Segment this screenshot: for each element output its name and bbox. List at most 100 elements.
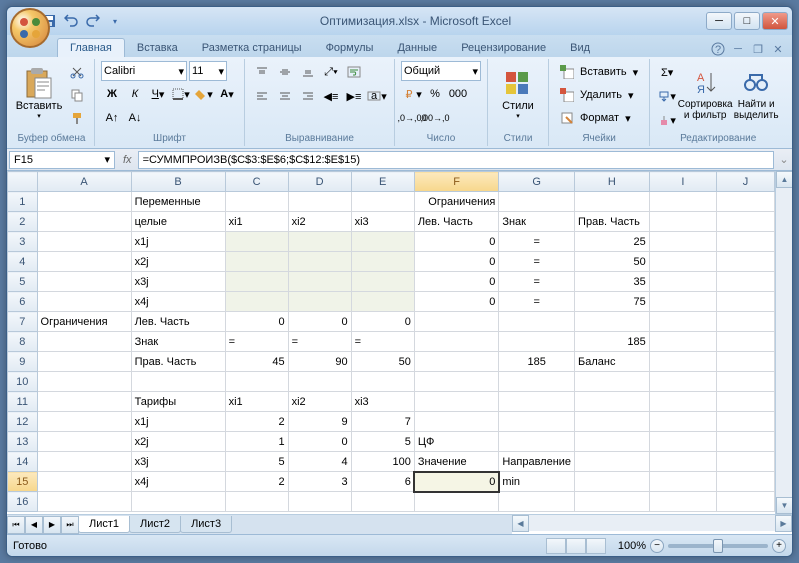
cell[interactable]: xi2 (288, 212, 351, 232)
cell[interactable]: Ограничения (414, 192, 499, 212)
cell[interactable] (131, 372, 225, 392)
cell[interactable] (717, 492, 775, 512)
cell[interactable] (575, 192, 650, 212)
cell[interactable]: 50 (575, 252, 650, 272)
undo-icon[interactable] (61, 11, 81, 31)
cell[interactable]: = (499, 232, 575, 252)
zoom-level[interactable]: 100% (618, 540, 646, 552)
cell[interactable] (717, 292, 775, 312)
cell[interactable] (351, 272, 414, 292)
cell[interactable] (649, 332, 716, 352)
cell[interactable] (37, 212, 131, 232)
normal-view-icon[interactable] (546, 538, 566, 554)
cell[interactable]: x2j (131, 252, 225, 272)
delete-cells-button[interactable]: Удалить▾ (555, 84, 639, 106)
cell[interactable] (649, 452, 716, 472)
cell[interactable]: целые (131, 212, 225, 232)
cell[interactable] (288, 252, 351, 272)
bold-icon[interactable]: Ж (101, 83, 123, 105)
cell[interactable]: 0 (225, 312, 288, 332)
cell[interactable] (649, 212, 716, 232)
sheet-nav-last-icon[interactable]: ⏭ (61, 516, 79, 534)
autosum-icon[interactable]: Σ▾ (656, 61, 678, 83)
sort-filter-button[interactable]: АЯ Сортировка и фильтр (681, 61, 729, 127)
sheet-nav-first-icon[interactable]: ⏮ (7, 516, 25, 534)
cell[interactable] (575, 392, 650, 412)
cell[interactable]: Знак (131, 332, 225, 352)
formula-bar[interactable]: =СУММПРОИЗВ($C$3:$E$6;$C$12:$E$15) (138, 151, 774, 169)
tab-review[interactable]: Рецензирование (449, 39, 558, 57)
merge-center-icon[interactable]: a▾ (366, 85, 388, 107)
row-header[interactable]: 11 (8, 392, 38, 412)
styles-button[interactable]: Стили ▾ (494, 61, 542, 127)
tab-insert[interactable]: Вставка (125, 39, 190, 57)
sheet-nav-next-icon[interactable]: ▶ (43, 516, 61, 534)
cell[interactable] (649, 472, 716, 492)
cell[interactable] (351, 232, 414, 252)
cell[interactable]: Переменные (131, 192, 225, 212)
cell[interactable]: 50 (351, 352, 414, 372)
col-header[interactable]: A (37, 172, 131, 192)
cell[interactable] (351, 292, 414, 312)
col-header[interactable]: F (414, 172, 499, 192)
col-header[interactable] (8, 172, 38, 192)
cell[interactable] (131, 492, 225, 512)
cell[interactable] (225, 252, 288, 272)
doc-close-icon[interactable]: ✕ (770, 41, 786, 57)
copy-icon[interactable] (66, 84, 88, 106)
maximize-button[interactable]: □ (734, 12, 760, 30)
cell[interactable]: 5 (225, 452, 288, 472)
page-break-view-icon[interactable] (586, 538, 606, 554)
cell[interactable] (717, 432, 775, 452)
cell[interactable] (717, 352, 775, 372)
row-header[interactable]: 16 (8, 492, 38, 512)
decrease-decimal-icon[interactable]: ,00→,0 (424, 107, 446, 129)
accounting-format-icon[interactable]: ₽▾ (401, 83, 423, 105)
cell[interactable] (288, 232, 351, 252)
cell[interactable] (649, 192, 716, 212)
font-size-combo[interactable]: 11▾ (189, 61, 227, 81)
cell[interactable]: Лев. Часть (131, 312, 225, 332)
cell[interactable]: x4j (131, 472, 225, 492)
format-cells-button[interactable]: Формат▾ (555, 107, 636, 129)
cell[interactable]: 100 (351, 452, 414, 472)
grow-font-icon[interactable]: A↑ (101, 107, 123, 129)
underline-icon[interactable]: Ч▾ (147, 83, 169, 105)
scroll-down-icon[interactable]: ▼ (776, 497, 792, 514)
format-painter-icon[interactable] (66, 107, 88, 129)
page-layout-view-icon[interactable] (566, 538, 586, 554)
cell[interactable] (37, 272, 131, 292)
cell[interactable] (717, 472, 775, 492)
row-header[interactable]: 5 (8, 272, 38, 292)
cell[interactable] (575, 452, 650, 472)
cell[interactable]: = (351, 332, 414, 352)
cell[interactable] (499, 192, 575, 212)
cell[interactable]: Знак (499, 212, 575, 232)
tab-view[interactable]: Вид (558, 39, 602, 57)
cell[interactable] (499, 432, 575, 452)
cell[interactable] (37, 492, 131, 512)
row-header[interactable]: 12 (8, 412, 38, 432)
cell[interactable]: 45 (225, 352, 288, 372)
cell[interactable] (649, 252, 716, 272)
cell[interactable]: 0 (414, 292, 499, 312)
row-header[interactable]: 8 (8, 332, 38, 352)
cell[interactable]: 2 (225, 412, 288, 432)
shrink-font-icon[interactable]: A↓ (124, 107, 146, 129)
cell[interactable] (37, 352, 131, 372)
cell[interactable] (717, 332, 775, 352)
cell[interactable] (37, 232, 131, 252)
cell[interactable]: = (288, 332, 351, 352)
cell[interactable] (288, 272, 351, 292)
align-right-icon[interactable] (297, 85, 319, 107)
cell[interactable]: Лев. Часть (414, 212, 499, 232)
cell[interactable] (649, 412, 716, 432)
cell[interactable] (717, 252, 775, 272)
cell[interactable]: 185 (499, 352, 575, 372)
row-header[interactable]: 2 (8, 212, 38, 232)
align-top-icon[interactable] (251, 61, 273, 83)
cell[interactable]: xi1 (225, 212, 288, 232)
cell[interactable] (499, 332, 575, 352)
zoom-slider[interactable] (668, 544, 768, 548)
vertical-scrollbar[interactable]: ▲ ▼ (775, 171, 792, 514)
